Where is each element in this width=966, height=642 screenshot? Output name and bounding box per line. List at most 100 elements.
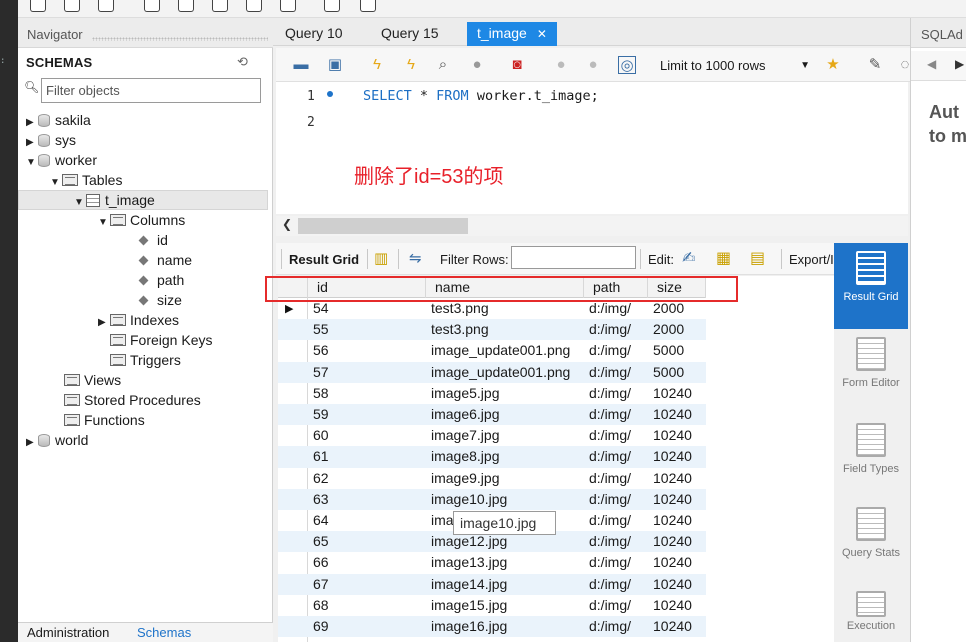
cell-size[interactable]: 10240 — [648, 531, 692, 552]
new-connection-icon[interactable] — [30, 0, 46, 12]
cell-path[interactable]: d:/img/ — [584, 362, 631, 383]
cell-size[interactable]: 10240 — [648, 446, 692, 467]
tree-views[interactable]: Views — [64, 370, 121, 390]
cell-name[interactable]: image10.jpg — [426, 489, 507, 510]
cell-path[interactable]: d:/img/ — [584, 383, 631, 404]
cell-name[interactable]: test3.png — [426, 319, 489, 340]
cell-id[interactable]: 59 — [308, 404, 329, 425]
cell-name[interactable]: image13.jpg — [426, 552, 507, 573]
tree-stored-procedures[interactable]: Stored Procedures — [64, 390, 201, 410]
cell-name[interactable]: image_update001.png — [426, 362, 570, 383]
reconnect-icon[interactable] — [360, 0, 376, 12]
create-procedure-icon[interactable] — [246, 0, 262, 12]
search-table-icon[interactable] — [324, 0, 340, 12]
cell-id[interactable]: 63 — [308, 489, 329, 510]
tree-column-path[interactable]: path — [138, 270, 184, 290]
insert-row-icon[interactable]: ▦ — [716, 248, 731, 268]
cell-id[interactable]: 64 — [308, 510, 329, 531]
inspector-icon[interactable] — [98, 0, 114, 12]
cell-path[interactable]: d:/img/ — [584, 595, 631, 616]
cell-name[interactable]: image15.jpg — [426, 595, 507, 616]
edit-row-icon[interactable]: ✍ — [682, 248, 695, 268]
cell-id[interactable]: 57 — [308, 362, 329, 383]
cell-name[interactable]: image_update001.png — [426, 340, 570, 361]
stop-icon[interactable]: ● — [468, 56, 486, 74]
cell-size[interactable]: 10240 — [648, 595, 692, 616]
cell-name[interactable]: image14.jpg — [426, 574, 507, 595]
cell-id[interactable]: 66 — [308, 552, 329, 573]
query-stats-button[interactable]: Query Stats — [834, 499, 908, 585]
cell-path[interactable]: d:/img/ — [584, 616, 631, 637]
cell-id[interactable]: 61 — [308, 446, 329, 467]
cell-path[interactable]: d:/img/ — [584, 489, 631, 510]
tree-column-name[interactable]: name — [138, 250, 192, 270]
limit-rows-select[interactable]: Limit to 1000 rows ▼ — [656, 55, 814, 77]
create-view-icon[interactable] — [212, 0, 228, 12]
tree-functions[interactable]: Functions — [64, 410, 145, 430]
filter-objects-field[interactable] — [42, 79, 260, 102]
cell-size[interactable]: 10240 — [648, 616, 692, 637]
commit-icon[interactable]: ● — [552, 56, 570, 74]
cell-id[interactable]: 68 — [308, 595, 329, 616]
execute-icon[interactable]: ϟ — [368, 56, 386, 74]
tree-foreign-keys[interactable]: Foreign Keys — [110, 330, 212, 350]
cell-name[interactable]: image6.jpg — [426, 404, 500, 425]
create-table-icon[interactable] — [178, 0, 194, 12]
editor-horizontal-scrollbar[interactable]: ❮ — [276, 216, 908, 236]
table-row[interactable]: 67 image14.jpg d:/img/10240 — [278, 573, 706, 595]
cell-path[interactable]: d:/img/ — [584, 319, 631, 340]
cell-id[interactable]: 62 — [308, 468, 329, 489]
collapse-arrow-icon[interactable]: ▼ — [98, 213, 110, 233]
rollback-icon[interactable]: ● — [584, 56, 602, 74]
table-row[interactable]: 56 image_update001.png d:/img/5000 — [278, 340, 706, 361]
cell-id[interactable]: 55 — [308, 319, 329, 340]
cell-path[interactable]: d:/img/ — [584, 510, 631, 531]
scrollbar-thumb[interactable] — [298, 218, 468, 234]
cell-size[interactable]: 10240 — [648, 489, 692, 510]
table-row[interactable]: 66 image13.jpg d:/img/10240 — [278, 552, 706, 573]
cell-id[interactable]: 56 — [308, 340, 329, 361]
cell-path[interactable]: d:/img/ — [584, 552, 631, 573]
table-row[interactable]: 63 image10.jpg d:/img/10240 — [278, 488, 706, 510]
schema-world[interactable]: ▶ world — [26, 430, 88, 450]
table-row[interactable]: 57 image_update001.png d:/img/5000 — [278, 361, 706, 383]
refresh-results-icon[interactable]: ⇋ — [409, 249, 422, 267]
cell-name[interactable]: ima — [426, 510, 454, 531]
cell-id[interactable]: 60 — [308, 425, 329, 446]
tab-t-image[interactable]: t_image ✕ — [467, 22, 557, 46]
cell-size[interactable]: 10240 — [648, 468, 692, 489]
filter-objects-input[interactable] — [41, 78, 261, 103]
cell-path[interactable]: d:/img/ — [584, 468, 631, 489]
collapse-arrow-icon[interactable]: ▼ — [50, 173, 62, 193]
cell-name[interactable]: image16.jpg — [426, 616, 507, 637]
panel-grip[interactable] — [92, 37, 268, 41]
tree-table-t-image[interactable]: ▼ t_image — [74, 190, 155, 210]
sql-statement[interactable]: SELECT * FROM worker.t_image; — [363, 88, 599, 104]
tree-column-size[interactable]: size — [138, 290, 182, 310]
table-row[interactable]: 55 test3.png d:/img/2000 — [278, 319, 706, 341]
cell-path[interactable]: d:/img/ — [584, 574, 631, 595]
collapse-arrow-icon[interactable]: ▼ — [26, 153, 38, 173]
cell-size[interactable]: 10240 — [648, 510, 692, 531]
chevron-right-icon[interactable]: ▶ — [955, 57, 964, 71]
cell-size[interactable]: 2000 — [648, 319, 684, 340]
refresh-icon[interactable]: ⟲ — [237, 54, 248, 70]
cell-path[interactable]: d:/img/ — [584, 340, 631, 361]
tab-query-10[interactable]: Query 10 — [275, 22, 353, 46]
toggle-continue-icon[interactable]: ◙ — [508, 56, 526, 74]
expand-arrow-icon[interactable]: ▶ — [98, 313, 110, 333]
schema-sakila[interactable]: ▶ sakila — [26, 110, 91, 130]
table-row[interactable]: 69 image16.jpg d:/img/10240 — [278, 616, 706, 638]
tree-columns[interactable]: ▼ Columns — [98, 210, 185, 230]
cell-size[interactable]: 10240 — [648, 574, 692, 595]
field-types-button[interactable]: Field Types — [834, 415, 908, 501]
explain-icon[interactable]: ⌕ — [434, 56, 452, 74]
table-row[interactable]: 60 image7.jpg d:/img/10240 — [278, 425, 706, 446]
filter-rows-input[interactable] — [511, 246, 636, 269]
save-icon[interactable]: ▣ — [326, 56, 344, 74]
chevron-left-icon[interactable]: ❮ — [282, 217, 292, 231]
cell-path[interactable]: d:/img/ — [584, 446, 631, 467]
toggle-columns-icon[interactable]: ▥ — [374, 249, 388, 267]
tree-indexes[interactable]: ▶ Indexes — [98, 310, 179, 330]
close-icon[interactable]: ✕ — [537, 27, 547, 41]
